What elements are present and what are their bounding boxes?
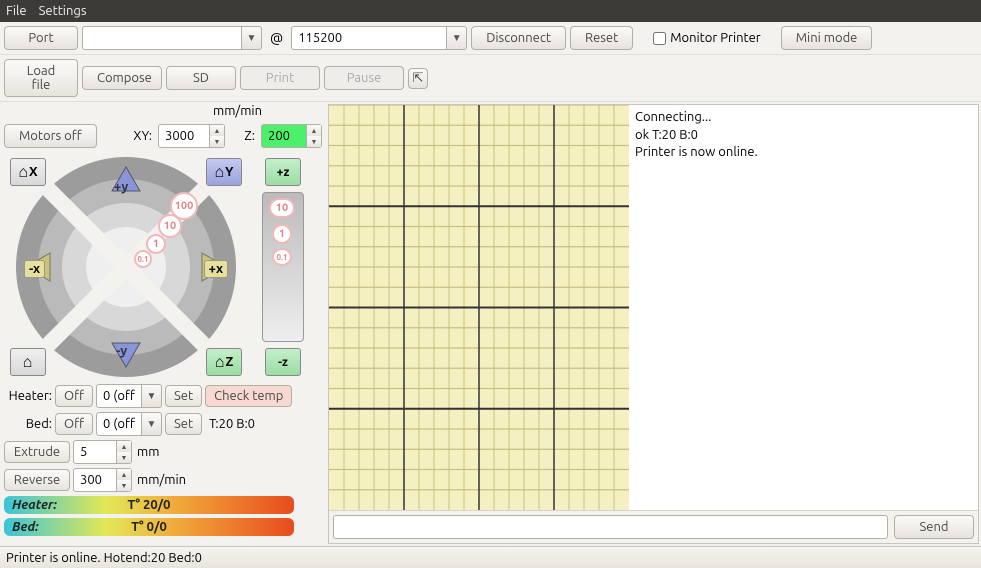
extrude-button[interactable]: Extrude	[4, 441, 70, 463]
z-feed-spinner[interactable]: ▲▼	[307, 124, 322, 148]
bed-temp-bar: Bed:T° 0/0	[4, 518, 294, 536]
load-file-button[interactable]: Load file	[4, 59, 78, 97]
plus-y-label[interactable]: +y	[114, 180, 128, 194]
console-output: Connecting... ok T:20 B:0 Printer is now…	[629, 105, 978, 510]
console-line: Printer is now online.	[635, 144, 972, 162]
xy-feed-spinner[interactable]: ▲▼	[210, 124, 225, 148]
left-panel: mm/min Motors off XY: ▲▼ Z: ▲▼	[0, 102, 326, 546]
z-step-01-badge[interactable]: 0.1	[272, 248, 292, 266]
reverse-button[interactable]: Reverse	[4, 469, 70, 491]
feed-unit-label: mm/min	[213, 104, 262, 120]
home-all-button[interactable]	[10, 348, 46, 376]
extrude-len-spinner[interactable]: ▲▼	[117, 440, 132, 464]
menu-settings[interactable]: Settings	[39, 4, 87, 18]
step-01-badge[interactable]: 0.1	[134, 250, 152, 268]
heater-temp-bar: Heater:T° 20/0	[4, 496, 294, 514]
disconnect-button[interactable]: Disconnect	[471, 26, 566, 50]
mini-mode-button[interactable]: Mini mode	[781, 26, 873, 50]
home-z-button[interactable]: Z	[206, 348, 242, 376]
mm-min-label: mm/min	[135, 473, 186, 487]
console-line: ok T:20 B:0	[635, 127, 972, 145]
send-button[interactable]: Send	[894, 515, 974, 539]
xy-feed-input[interactable]	[158, 124, 210, 148]
minus-z-button[interactable]: -z	[265, 348, 301, 376]
bed-temp-dropdown[interactable]: ▼	[142, 412, 162, 436]
reverse-rate-spinner[interactable]: ▲▼	[117, 468, 132, 492]
bed-set-button[interactable]: Set	[165, 413, 202, 435]
compose-button[interactable]: Compose	[82, 66, 162, 90]
heater-temp-input[interactable]	[96, 384, 142, 408]
heater-set-button[interactable]: Set	[165, 385, 202, 407]
step-1-badge[interactable]: 1	[146, 234, 166, 254]
mm-label: mm	[135, 445, 159, 459]
toolbar-file: Load file Compose SD Print Pause ⇱	[0, 55, 981, 102]
extrude-len-input[interactable]	[73, 440, 117, 464]
status-text: Printer is online. Hotend:20 Bed:0	[6, 551, 202, 565]
plus-x-label[interactable]: +x	[204, 260, 228, 278]
console-input[interactable]	[333, 515, 888, 539]
bed-label: Bed:	[4, 417, 52, 431]
port-input[interactable]	[82, 26, 242, 50]
monitor-printer-label: Monitor Printer	[670, 31, 761, 45]
print-button[interactable]: Print	[240, 66, 320, 90]
baud-input[interactable]	[291, 26, 447, 50]
temp-readout: T:20 B:0	[209, 417, 255, 431]
reset-button[interactable]: Reset	[570, 26, 633, 50]
check-temp-button[interactable]: Check temp	[205, 385, 292, 407]
z-step-1-badge[interactable]: 1	[272, 224, 292, 244]
toolbar-connection: Port ▼ @ ▼ Disconnect Reset Monitor Prin…	[0, 22, 981, 55]
at-separator: @	[266, 30, 287, 46]
menubar: File Settings	[0, 0, 981, 22]
heater-label: Heater:	[4, 389, 52, 403]
z-label: Z:	[231, 129, 255, 143]
baud-dropdown-icon[interactable]: ▼	[447, 26, 467, 50]
menu-file[interactable]: File	[6, 4, 27, 18]
home-x-button[interactable]: X	[10, 158, 46, 186]
bed-temp-input[interactable]	[96, 412, 142, 436]
status-bar: Printer is online. Hotend:20 Bed:0	[0, 546, 981, 568]
expand-button[interactable]: ⇱	[408, 68, 428, 89]
reverse-rate-input[interactable]	[73, 468, 117, 492]
z-jog-column: +z 10 1 0.1 -z	[254, 152, 312, 382]
pause-button[interactable]: Pause	[324, 66, 404, 90]
step-10-badge[interactable]: 10	[158, 214, 182, 238]
right-panel: Connecting... ok T:20 B:0 Printer is now…	[328, 104, 979, 544]
monitor-printer-checkbox[interactable]	[653, 32, 666, 45]
minus-y-label[interactable]: -y	[116, 344, 127, 358]
sd-button[interactable]: SD	[166, 66, 236, 90]
console-line: Connecting...	[635, 109, 972, 127]
port-dropdown-icon[interactable]: ▼	[242, 26, 262, 50]
gcode-preview-grid[interactable]	[329, 105, 629, 510]
home-y-button[interactable]: Y	[206, 158, 242, 186]
motors-off-button[interactable]: Motors off	[4, 124, 97, 148]
plus-z-button[interactable]: +z	[265, 158, 301, 186]
port-button[interactable]: Port	[4, 26, 78, 50]
xy-jog-dial: X Y Z +y -y -x +x 100 10 1 0.1	[4, 152, 248, 382]
z-step-10-badge[interactable]: 10	[269, 198, 295, 218]
heater-off-button[interactable]: Off	[55, 385, 93, 407]
port-combo[interactable]: ▼	[82, 26, 262, 50]
bed-off-button[interactable]: Off	[55, 413, 93, 435]
xy-label: XY:	[128, 129, 152, 143]
minus-x-label[interactable]: -x	[24, 260, 45, 278]
baud-combo[interactable]: ▼	[291, 26, 467, 50]
z-feed-input[interactable]	[261, 124, 307, 148]
heater-temp-dropdown[interactable]: ▼	[142, 384, 162, 408]
